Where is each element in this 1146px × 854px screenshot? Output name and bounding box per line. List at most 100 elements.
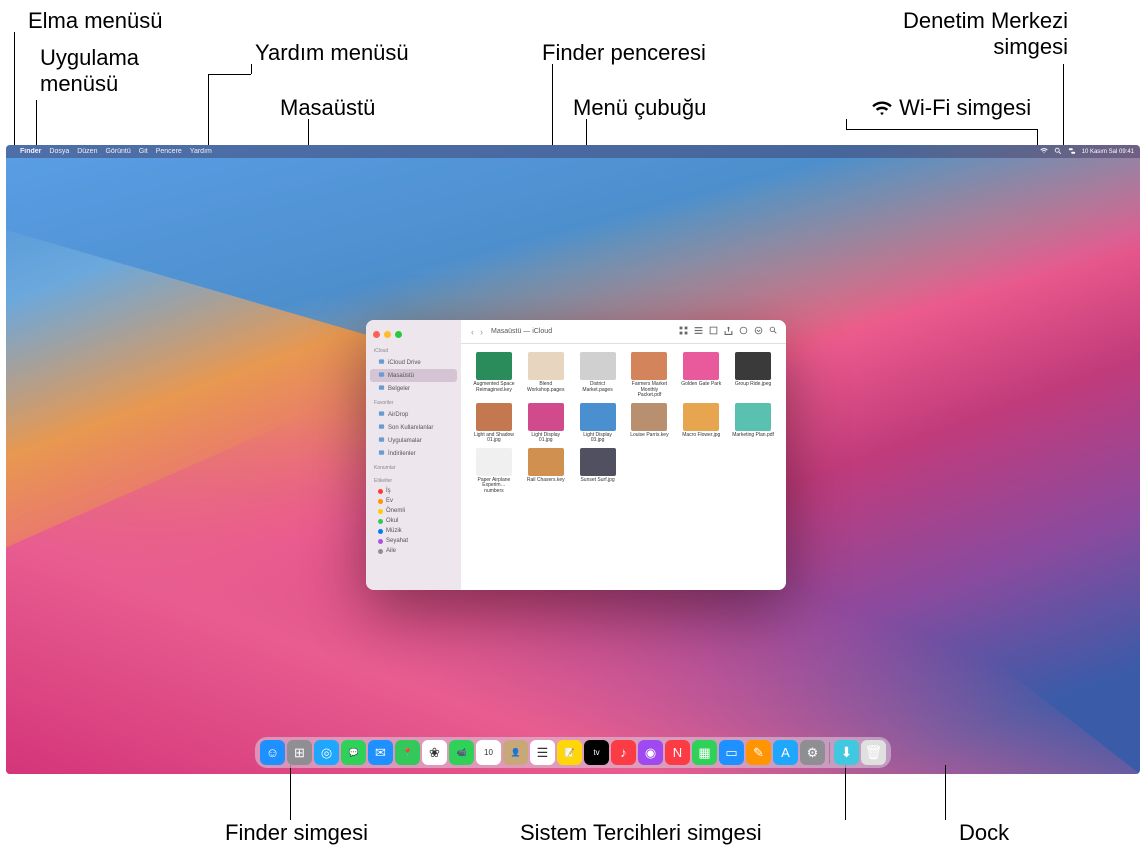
file-item[interactable]: Blend Workshop.pages [521, 352, 571, 399]
annotation-desktop: Masaüstü [280, 95, 375, 121]
file-item[interactable]: Rail Chasers.key [521, 448, 571, 495]
sidebar-item[interactable]: Müzik [366, 526, 461, 536]
menu-git[interactable]: Git [139, 148, 148, 155]
view-icons-icon[interactable] [679, 326, 688, 337]
sidebar-item[interactable]: Uygulamalar [366, 434, 461, 447]
file-item[interactable]: Augmented Space Reimagined.key [469, 352, 519, 399]
sidebar-item[interactable]: Masaüstü [370, 369, 457, 382]
desktop[interactable]: Finder Dosya Düzen Görüntü Git Pencere Y… [6, 145, 1140, 774]
dock-calendar-icon[interactable]: 10 [476, 740, 501, 765]
file-item[interactable]: Paper Airplane Experim…numbers [469, 448, 519, 495]
menu-goruntu[interactable]: Görüntü [105, 148, 130, 155]
file-thumbnail [631, 352, 667, 380]
file-item[interactable]: Light Display 03.jpg [573, 403, 623, 444]
dock-reminders-icon[interactable]: ☰ [530, 740, 555, 765]
dock-notes-icon[interactable]: 📝 [557, 740, 582, 765]
file-name: Light and Shadow 01.jpg [473, 433, 515, 444]
dock-safari-icon[interactable]: ◎ [314, 740, 339, 765]
file-name: Light Display 03.jpg [577, 433, 619, 444]
nav-forward-icon[interactable]: › [478, 327, 485, 337]
sidebar-item[interactable]: AirDrop [366, 408, 461, 421]
dock-launchpad-icon[interactable]: ⊞ [287, 740, 312, 765]
spotlight-icon[interactable] [1054, 147, 1062, 157]
sidebar-item[interactable]: İş [366, 486, 461, 496]
dock-finder-icon[interactable]: ☺ [260, 740, 285, 765]
wifi-icon[interactable] [1040, 147, 1048, 157]
sidebar-item[interactable]: Önemli [366, 506, 461, 516]
finder-sidebar: iCloudiCloud DriveMasaüstüBelgelerFavori… [366, 320, 461, 590]
close-button[interactable] [373, 331, 380, 338]
file-item[interactable]: Macro Flower.jpg [676, 403, 726, 444]
file-thumbnail [476, 352, 512, 380]
tag-icon[interactable] [739, 326, 748, 337]
dock-numbers-icon[interactable]: ▦ [692, 740, 717, 765]
annotation-finder-window: Finder penceresi [542, 40, 706, 66]
file-item[interactable]: Marketing Plan.pdf [728, 403, 778, 444]
file-item[interactable]: Light Display 01.jpg [521, 403, 571, 444]
dock-contacts-icon[interactable]: 👤 [503, 740, 528, 765]
dock-music-icon[interactable]: ♪ [611, 740, 636, 765]
search-icon[interactable] [769, 326, 778, 337]
sidebar-item[interactable]: iCloud Drive [366, 356, 461, 369]
file-thumbnail [735, 403, 771, 431]
menu-duzen[interactable]: Düzen [77, 148, 97, 155]
sidebar-item[interactable]: Ev [366, 496, 461, 506]
file-name: Louise Parris.key [630, 433, 668, 439]
sidebar-item-label: Müzik [386, 528, 402, 534]
dock-tv-icon[interactable]: tv [584, 740, 609, 765]
annotation-apple-menu: Elma menüsü [28, 8, 163, 34]
sidebar-item[interactable]: Seyahat [366, 536, 461, 546]
menubar-datetime[interactable]: 10 Kasım Sal 09:41 [1082, 149, 1134, 155]
file-item[interactable]: Group Ride.jpeg [728, 352, 778, 399]
file-name: Marketing Plan.pdf [732, 433, 774, 439]
action-icon[interactable] [754, 326, 763, 337]
dock-separator [829, 742, 830, 764]
dock-pages-icon[interactable]: ✎ [746, 740, 771, 765]
menu-pencere[interactable]: Pencere [156, 148, 182, 155]
file-item[interactable]: Sunset Surf.jpg [573, 448, 623, 495]
sidebar-item[interactable]: İndirilenler [366, 447, 461, 460]
dock-news-icon[interactable]: N [665, 740, 690, 765]
sidebar-item-label: Son Kullanılanlar [388, 425, 433, 431]
file-item[interactable]: Light and Shadow 01.jpg [469, 403, 519, 444]
share-icon[interactable] [724, 326, 733, 337]
menu-yardim[interactable]: Yardım [190, 148, 212, 155]
sidebar-item[interactable]: Okul [366, 516, 461, 526]
file-item[interactable]: Farmers Market Monthly Packet.pdf [624, 352, 674, 399]
sidebar-item-label: Ev [386, 498, 393, 504]
dock-trash-icon[interactable]: 🗑 [861, 740, 886, 765]
dock-messages-icon[interactable]: 💬 [341, 740, 366, 765]
dock: ☺⊞◎💬✉📍❀📹10👤☰📝tv♪◉N▦▭✎A⚙ ⬇🗑 [255, 737, 891, 768]
dock-keynote-icon[interactable]: ▭ [719, 740, 744, 765]
dock-mail-icon[interactable]: ✉ [368, 740, 393, 765]
dock-podcasts-icon[interactable]: ◉ [638, 740, 663, 765]
file-thumbnail [631, 403, 667, 431]
file-name: Rail Chasers.key [527, 478, 565, 484]
finder-window: iCloudiCloud DriveMasaüstüBelgelerFavori… [366, 320, 786, 590]
sidebar-item-label: Aile [386, 548, 396, 554]
sidebar-item[interactable]: Aile [366, 546, 461, 556]
file-item[interactable]: District Market.pages [573, 352, 623, 399]
dock-facetime-icon[interactable]: 📹 [449, 740, 474, 765]
view-list-icon[interactable] [694, 326, 703, 337]
menu-dosya[interactable]: Dosya [49, 148, 69, 155]
app-menu-finder[interactable]: Finder [20, 148, 41, 155]
dock-downloads-icon[interactable]: ⬇ [834, 740, 859, 765]
dock-appstore-icon[interactable]: A [773, 740, 798, 765]
control-center-icon[interactable] [1068, 147, 1076, 157]
dock-maps-icon[interactable]: 📍 [395, 740, 420, 765]
file-thumbnail [476, 403, 512, 431]
sidebar-item[interactable]: Belgeler [366, 382, 461, 395]
menu-bar: Finder Dosya Düzen Görüntü Git Pencere Y… [6, 145, 1140, 158]
file-item[interactable]: Louise Parris.key [624, 403, 674, 444]
dock-photos-icon[interactable]: ❀ [422, 740, 447, 765]
maximize-button[interactable] [395, 331, 402, 338]
dock-sysprefs-icon[interactable]: ⚙ [800, 740, 825, 765]
nav-back-icon[interactable]: ‹ [469, 327, 476, 337]
minimize-button[interactable] [384, 331, 391, 338]
sidebar-item-label: Uygulamalar [388, 438, 422, 444]
file-item[interactable]: Golden Gate Park [676, 352, 726, 399]
group-icon[interactable] [709, 326, 718, 337]
annotation-control-center: Denetim Merkezi simgesi [903, 8, 1068, 60]
sidebar-item[interactable]: Son Kullanılanlar [366, 421, 461, 434]
